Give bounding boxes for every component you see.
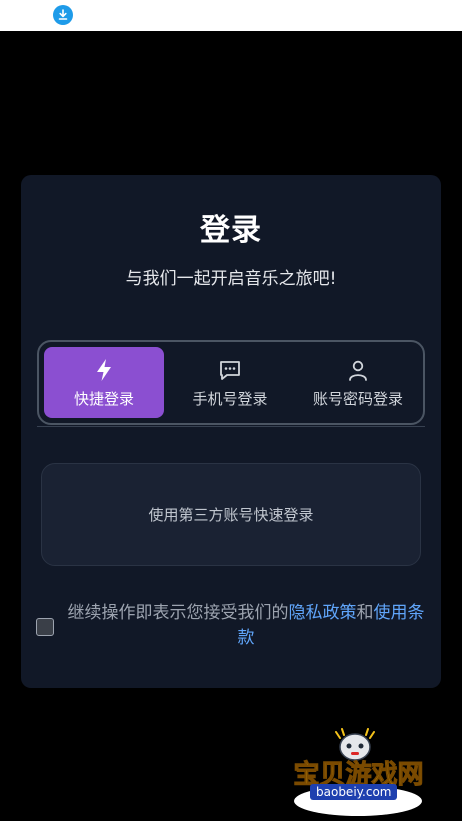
agreement-checkbox[interactable]: [36, 618, 54, 636]
status-bar: [0, 0, 462, 31]
agreement-text: 继续操作即表示您接受我们的隐私政策和使用条款: [66, 601, 426, 651]
tab-account-login[interactable]: 账号密码登录: [295, 347, 421, 418]
tab-quick-login[interactable]: 快捷登录: [44, 347, 164, 418]
tab-quick-login-label: 快捷登录: [73, 389, 134, 408]
download-icon[interactable]: [53, 5, 73, 25]
divider: [37, 426, 425, 427]
tab-phone-login[interactable]: 手机号登录: [169, 347, 291, 418]
lightning-icon: [94, 357, 114, 383]
page-title: 登录: [200, 213, 262, 248]
watermark-url: baobeiy.com: [310, 784, 398, 800]
login-method-tabs: 快捷登录 手机号登录 账号密码登录: [37, 340, 425, 425]
tab-phone-login-label: 手机号登录: [192, 389, 268, 408]
agreement-prefix: 继续操作即表示您接受我们的: [67, 603, 289, 623]
privacy-policy-link[interactable]: 隐私政策: [289, 603, 357, 623]
user-icon: [346, 357, 370, 383]
watermark: 宝贝游戏网 baobeiy.com: [286, 728, 431, 818]
third-party-login-button[interactable]: 使用第三方账号快速登录: [41, 463, 421, 566]
agreement-and: 和: [356, 603, 374, 623]
message-icon: [218, 357, 242, 383]
page-subtitle: 与我们一起开启音乐之旅吧!: [125, 269, 337, 289]
third-party-login-label: 使用第三方账号快速登录: [148, 506, 314, 524]
tab-account-login-label: 账号密码登录: [312, 389, 403, 408]
